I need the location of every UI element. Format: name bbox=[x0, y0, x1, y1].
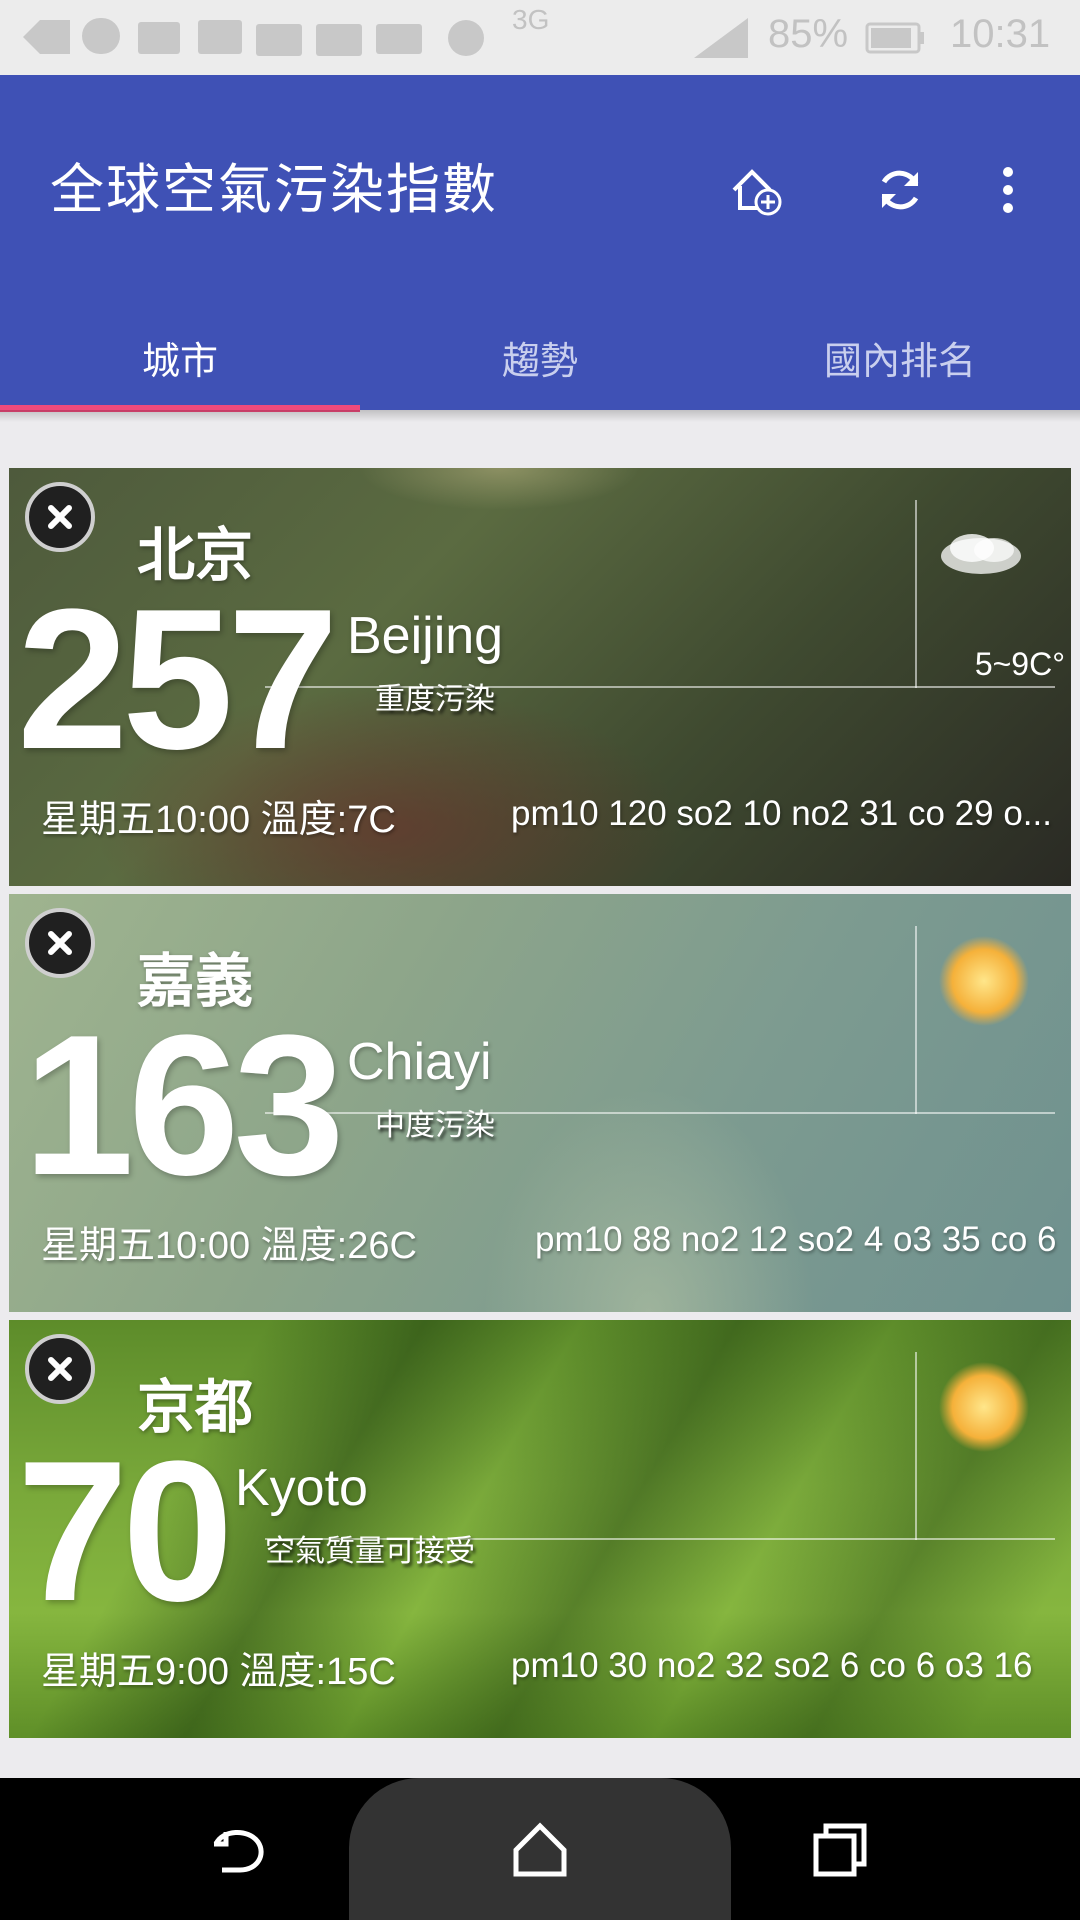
pollutant-readings: pm10 30 no2 32 so2 6 co 6 o3 16 bbox=[511, 1646, 1033, 1685]
date-temperature: 星期五10:00 溫度:26C bbox=[41, 1225, 417, 1267]
recents-icon bbox=[813, 1823, 867, 1877]
city-name-english: Chiayi bbox=[347, 1033, 492, 1091]
aqi-value: 257 bbox=[17, 568, 339, 791]
date-temperature: 星期五10:00 溫度:7C bbox=[41, 799, 396, 841]
temperature-range: 5~9C° bbox=[974, 646, 1065, 682]
more-options-button[interactable] bbox=[968, 150, 1048, 230]
battery-percent: 85% bbox=[768, 12, 849, 56]
remove-city-button[interactable] bbox=[25, 482, 95, 552]
tab-trends[interactable]: 趨勢 bbox=[360, 305, 720, 410]
city-card-chiayi[interactable]: 嘉義 163 Chiayi 中度污染 星期五10:00 溫度:26C pm10 … bbox=[9, 894, 1071, 1312]
remove-city-button[interactable] bbox=[25, 1334, 95, 1404]
chart-divider bbox=[915, 1352, 917, 1540]
close-icon bbox=[48, 931, 72, 955]
more-vert-icon bbox=[1003, 167, 1013, 213]
tab-domestic-ranking[interactable]: 國內排名 bbox=[720, 305, 1080, 410]
pollution-level: 中度污染 bbox=[375, 1108, 495, 1143]
date-temperature: 星期五9:00 溫度:15C bbox=[41, 1651, 396, 1693]
battery-icon bbox=[865, 22, 924, 54]
refresh-icon bbox=[881, 170, 919, 210]
cloud-icon bbox=[941, 534, 1021, 574]
app-bar-shadow bbox=[0, 410, 1080, 422]
home-button[interactable] bbox=[498, 1808, 582, 1892]
home-icon bbox=[513, 1822, 567, 1877]
pollution-level: 重度污染 bbox=[375, 682, 495, 717]
city-name-english: Kyoto bbox=[235, 1459, 368, 1517]
network-type: 3G bbox=[512, 4, 550, 35]
sun-icon bbox=[939, 1362, 1029, 1452]
chart-divider bbox=[915, 926, 917, 1114]
clock: 10:31 bbox=[950, 12, 1051, 56]
app-bar: 全球空氣污染指數 城市 趨勢 國內排名 bbox=[0, 75, 1080, 412]
add-city-icon bbox=[732, 169, 782, 216]
signal-icon bbox=[694, 18, 748, 58]
close-icon bbox=[48, 505, 72, 529]
city-name-english: Beijing bbox=[347, 607, 504, 665]
close-icon bbox=[48, 1357, 72, 1381]
pollutant-readings: pm10 120 so2 10 no2 31 co 29 o... bbox=[511, 794, 1052, 833]
app-title: 全球空氣污染指數 bbox=[50, 158, 498, 221]
pollution-level: 空氣質量可接受 bbox=[265, 1534, 475, 1569]
city-card-beijing[interactable]: 5~9C° 北京 257 Beijing 重度污染 星期五10:00 溫度:7C… bbox=[9, 468, 1071, 886]
city-card-kyoto[interactable]: 京都 70 Kyoto 空氣質量可接受 星期五9:00 溫度:15C pm10 … bbox=[9, 1320, 1071, 1738]
chart-divider bbox=[915, 500, 917, 688]
refresh-button[interactable] bbox=[860, 150, 940, 230]
back-icon bbox=[213, 1830, 264, 1873]
add-city-button[interactable] bbox=[716, 150, 796, 230]
tab-cities[interactable]: 城市 bbox=[0, 305, 360, 410]
status-bar: 3G 85% 10:31 bbox=[0, 0, 1080, 75]
aqi-value: 70 bbox=[17, 1420, 233, 1643]
pollutant-readings: pm10 88 no2 12 so2 4 o3 35 co 6 bbox=[535, 1220, 1057, 1259]
recents-button[interactable] bbox=[798, 1808, 882, 1892]
back-button[interactable] bbox=[198, 1808, 282, 1892]
navigation-bar bbox=[0, 1778, 1080, 1920]
tab-bar: 城市 趨勢 國內排名 bbox=[0, 305, 1080, 410]
remove-city-button[interactable] bbox=[25, 908, 95, 978]
sun-icon bbox=[939, 936, 1029, 1026]
notification-icons bbox=[23, 18, 484, 56]
aqi-value: 163 bbox=[23, 994, 345, 1217]
